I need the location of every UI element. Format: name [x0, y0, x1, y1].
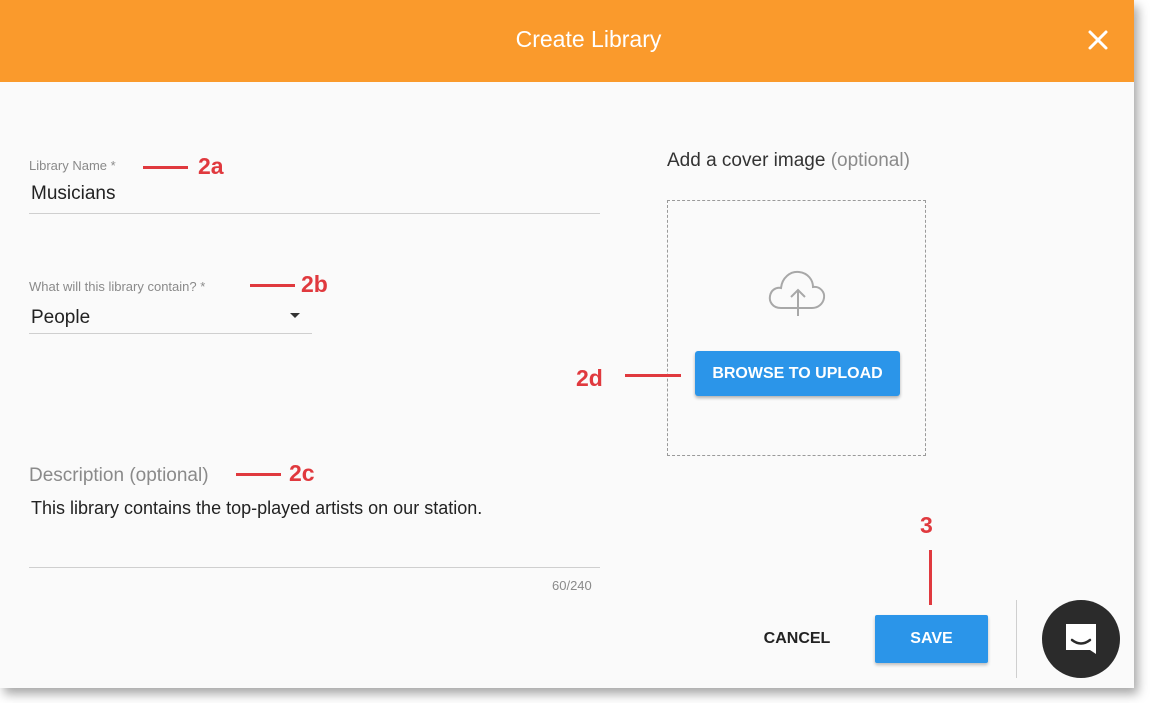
annotation-2b: 2b — [301, 271, 328, 297]
description-underline — [29, 567, 600, 568]
description-label: Description (optional) — [29, 465, 209, 486]
cover-image-label: Add a cover image (optional) — [667, 150, 910, 171]
dialog-title: Create Library — [515, 26, 662, 52]
annotation-line-2a — [143, 166, 188, 169]
close-icon — [1088, 30, 1108, 50]
cover-image-dropzone[interactable] — [667, 200, 926, 456]
caret-down-icon[interactable] — [289, 312, 301, 320]
annotation-line-2d — [625, 374, 681, 377]
annotation-2a: 2a — [198, 153, 224, 179]
description-char-counter: 60/240 — [552, 578, 592, 593]
chat-icon — [1066, 624, 1096, 654]
cancel-button[interactable]: CANCEL — [748, 620, 846, 658]
dialog-header: Create Library — [0, 0, 1134, 82]
browse-to-upload-button[interactable]: BROWSE TO UPLOAD — [695, 351, 900, 396]
annotation-line-2c — [236, 473, 281, 476]
chat-launcher-button[interactable] — [1042, 600, 1120, 678]
contains-label: What will this library contain? * — [29, 279, 206, 294]
library-name-input[interactable]: Musicians — [31, 183, 115, 205]
annotation-3: 3 — [920, 512, 933, 538]
create-library-dialog: Create Library Library Name * Musicians … — [0, 0, 1134, 688]
close-button[interactable] — [1084, 26, 1112, 54]
annotation-2c: 2c — [289, 460, 315, 486]
cloud-upload-icon — [768, 270, 826, 316]
library-name-label: Library Name * — [29, 158, 116, 173]
contains-select-value[interactable]: People — [31, 307, 90, 329]
annotation-line-2b — [250, 284, 295, 287]
description-input[interactable]: This library contains the top-played art… — [31, 498, 482, 519]
library-name-underline — [29, 213, 600, 214]
footer-divider — [1016, 600, 1017, 678]
annotation-line-3 — [929, 550, 932, 605]
annotation-2d: 2d — [576, 365, 603, 391]
contains-underline — [29, 333, 312, 334]
save-button[interactable]: SAVE — [875, 615, 988, 663]
